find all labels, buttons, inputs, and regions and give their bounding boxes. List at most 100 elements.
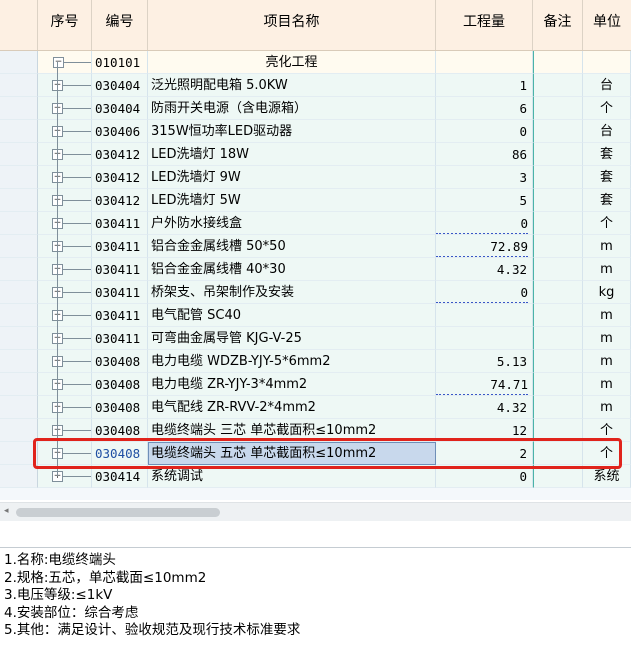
table-row[interactable]: +030411铝合金金属线槽 50*5072.89 m — [0, 235, 631, 258]
tree-cell[interactable]: + — [38, 120, 92, 143]
item-name[interactable]: 铝合金金属线槽 50*50 — [148, 235, 436, 258]
item-quantity[interactable] — [436, 327, 533, 350]
row-selector[interactable] — [0, 120, 38, 143]
tree-cell[interactable]: + — [38, 373, 92, 396]
item-remark[interactable] — [533, 235, 583, 258]
row-selector[interactable] — [0, 189, 38, 212]
item-unit[interactable]: m — [583, 350, 631, 373]
item-remark[interactable] — [533, 189, 583, 212]
table-row[interactable]: +030404防雨开关电源（含电源箱）6 个 — [0, 97, 631, 120]
row-selector[interactable] — [0, 281, 38, 304]
group-remark[interactable] — [533, 51, 583, 74]
item-code[interactable]: 030404 — [92, 97, 148, 120]
item-code[interactable]: 030408 — [92, 373, 148, 396]
item-quantity[interactable]: 72.89 — [436, 235, 533, 258]
item-remark[interactable] — [533, 143, 583, 166]
item-code[interactable]: 030411 — [92, 304, 148, 327]
row-selector[interactable] — [0, 74, 38, 97]
tree-cell[interactable]: + — [38, 212, 92, 235]
tree-cell[interactable]: + — [38, 97, 92, 120]
table-row[interactable]: +030411铝合金金属线槽 40*304.32 m — [0, 258, 631, 281]
group-code[interactable]: 010101 — [92, 51, 148, 74]
item-code[interactable]: 030412 — [92, 143, 148, 166]
item-name[interactable]: 电力电缆 WDZB-YJY-5*6mm2 — [148, 350, 436, 373]
row-selector[interactable] — [0, 166, 38, 189]
item-name[interactable]: 桥架支、吊架制作及安装 — [148, 281, 436, 304]
item-remark[interactable] — [533, 350, 583, 373]
table-row[interactable]: +030412LED洗墙灯 9W3 套 — [0, 166, 631, 189]
item-name[interactable]: LED洗墙灯 9W — [148, 166, 436, 189]
item-code[interactable]: 030404 — [92, 74, 148, 97]
group-name[interactable]: 亮化工程 — [148, 51, 436, 74]
item-quantity[interactable] — [436, 304, 533, 327]
tree-cell[interactable]: + — [38, 327, 92, 350]
table-row[interactable]: +030406315W恒功率LED驱动器0 台 — [0, 120, 631, 143]
item-name[interactable]: 可弯曲金属导管 KJG-V-25 — [148, 327, 436, 350]
tree-cell[interactable]: + — [38, 235, 92, 258]
row-header-corner[interactable] — [0, 0, 38, 50]
item-remark[interactable] — [533, 281, 583, 304]
item-code[interactable]: 030412 — [92, 166, 148, 189]
item-unit[interactable]: 套 — [583, 166, 631, 189]
tree-cell[interactable]: + — [38, 189, 92, 212]
row-selector[interactable] — [0, 327, 38, 350]
item-code[interactable]: 030408 — [92, 396, 148, 419]
item-code[interactable]: 030411 — [92, 281, 148, 304]
row-selector[interactable] — [0, 51, 38, 74]
item-code[interactable]: 030411 — [92, 258, 148, 281]
item-code[interactable]: 030411 — [92, 212, 148, 235]
item-unit[interactable]: 套 — [583, 189, 631, 212]
item-code[interactable]: 030411 — [92, 327, 148, 350]
item-remark[interactable] — [533, 166, 583, 189]
item-code[interactable]: 030411 — [92, 235, 148, 258]
item-remark[interactable] — [533, 327, 583, 350]
item-quantity[interactable]: 5 — [436, 189, 533, 212]
item-unit[interactable]: m — [583, 327, 631, 350]
row-selector[interactable] — [0, 419, 38, 442]
item-name[interactable]: LED洗墙灯 18W — [148, 143, 436, 166]
item-unit[interactable]: 个 — [583, 97, 631, 120]
table-row[interactable]: +030408电力电缆 WDZB-YJY-5*6mm25.13 m — [0, 350, 631, 373]
item-remark[interactable] — [533, 396, 583, 419]
row-selector[interactable] — [0, 235, 38, 258]
col-header-code[interactable]: 编号 — [92, 0, 148, 50]
col-header-remark[interactable]: 备注 — [533, 0, 583, 50]
tree-cell[interactable]: + — [38, 396, 92, 419]
table-row[interactable]: +030408电力电缆 ZR-YJY-3*4mm274.71 m — [0, 373, 631, 396]
row-selector[interactable] — [0, 212, 38, 235]
tree-cell[interactable]: + — [38, 258, 92, 281]
col-header-unit[interactable]: 单位 — [583, 0, 631, 50]
item-quantity[interactable]: 0 — [436, 281, 533, 304]
row-selector[interactable] — [0, 97, 38, 120]
table-row[interactable]: +030411电气配管 SC40 m — [0, 304, 631, 327]
col-header-quantity[interactable]: 工程量 — [436, 0, 533, 50]
item-unit[interactable]: 台 — [583, 74, 631, 97]
item-name[interactable]: 电气配线 ZR-RVV-2*4mm2 — [148, 396, 436, 419]
row-selector[interactable] — [0, 304, 38, 327]
item-unit[interactable]: 个 — [583, 212, 631, 235]
item-quantity[interactable]: 3 — [436, 166, 533, 189]
group-quantity[interactable] — [436, 51, 533, 74]
table-row[interactable]: +030408电气配线 ZR-RVV-2*4mm24.32 m — [0, 396, 631, 419]
table-row[interactable]: +030411桥架支、吊架制作及安装0 kg — [0, 281, 631, 304]
item-quantity[interactable]: 86 — [436, 143, 533, 166]
item-name[interactable]: 铝合金金属线槽 40*30 — [148, 258, 436, 281]
item-quantity[interactable]: 4.32 — [436, 396, 533, 419]
row-selector[interactable] — [0, 258, 38, 281]
item-quantity[interactable]: 4.32 — [436, 258, 533, 281]
table-row[interactable]: +030404泛光照明配电箱 5.0KW1 台 — [0, 74, 631, 97]
item-quantity[interactable]: 74.71 — [436, 373, 533, 396]
tree-cell[interactable]: + — [38, 143, 92, 166]
item-name[interactable]: 防雨开关电源（含电源箱） — [148, 97, 436, 120]
item-name[interactable]: 泛光照明配电箱 5.0KW — [148, 74, 436, 97]
tree-cell[interactable]: + — [38, 350, 92, 373]
col-header-seq[interactable]: 序号 — [38, 0, 92, 50]
tree-cell[interactable]: − — [38, 51, 92, 74]
row-selector[interactable] — [0, 143, 38, 166]
item-quantity[interactable]: 5.13 — [436, 350, 533, 373]
tree-cell[interactable]: + — [38, 74, 92, 97]
group-unit[interactable] — [583, 51, 631, 74]
table-row[interactable]: +030411可弯曲金属导管 KJG-V-25 m — [0, 327, 631, 350]
table-row[interactable]: +030411户外防水接线盒0 个 — [0, 212, 631, 235]
item-name[interactable]: 电气配管 SC40 — [148, 304, 436, 327]
